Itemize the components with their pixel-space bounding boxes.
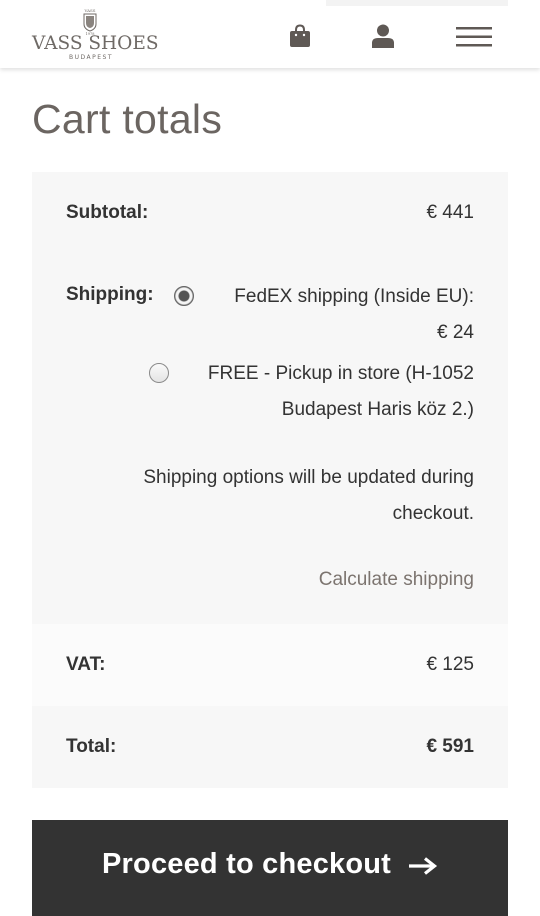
total-label: Total: xyxy=(66,736,117,757)
shipping-row: Shipping: FedEX shipping (Inside EU): € … xyxy=(32,254,508,624)
pickup-store-label-line2: Budapest Haris köz 2.) xyxy=(281,399,474,420)
site-logo[interactable]: VASS 1978 VASS SHOES BUDAPEST xyxy=(32,6,159,64)
proceed-to-checkout-button[interactable]: Proceed to checkout xyxy=(32,820,508,916)
vat-value: € 125 xyxy=(426,654,474,675)
subtotal-row: Subtotal: € 441 xyxy=(32,172,508,254)
pickup-store-label-line1[interactable]: FREE - Pickup in store (H-1052 xyxy=(208,356,474,392)
vat-row: VAT: € 125 xyxy=(32,624,508,706)
arrow-right-icon xyxy=(409,857,438,875)
subtotal-label: Subtotal: xyxy=(66,202,149,223)
user-account-icon[interactable] xyxy=(372,24,394,48)
svg-text:VASS: VASS xyxy=(84,8,96,13)
total-value: € 591 xyxy=(426,736,474,757)
shipping-note-line2: checkout. xyxy=(392,503,474,524)
crest-icon: VASS 1978 xyxy=(83,8,97,36)
page-title: Cart totals xyxy=(32,96,223,142)
fedex-shipping-radio[interactable] xyxy=(174,286,194,306)
header-top-strip xyxy=(326,0,508,6)
site-header: VASS 1978 VASS SHOES BUDAPEST xyxy=(0,0,540,68)
subtotal-value: € 441 xyxy=(426,202,474,223)
logo-wordmark: VASS SHOES xyxy=(32,33,159,54)
total-row: Total: € 591 xyxy=(32,706,508,788)
vat-label: VAT: xyxy=(66,654,106,675)
fedex-shipping-price: € 24 xyxy=(437,322,474,343)
checkout-button-label: Proceed to checkout xyxy=(102,848,392,880)
logo-city: BUDAPEST xyxy=(68,54,113,61)
cart-totals-table: Subtotal: € 441 Shipping: FedEX shipping… xyxy=(32,172,508,788)
fedex-shipping-label-line1[interactable]: FedEX shipping (Inside EU): xyxy=(234,279,474,315)
pickup-store-radio[interactable] xyxy=(149,363,169,383)
shopping-bag-icon[interactable] xyxy=(289,24,311,48)
shipping-note-line1: Shipping options will be updated during xyxy=(143,467,474,488)
calculate-shipping-link[interactable]: Calculate shipping xyxy=(319,569,474,591)
shipping-label: Shipping: xyxy=(66,284,154,305)
hamburger-menu-icon[interactable] xyxy=(456,27,492,47)
